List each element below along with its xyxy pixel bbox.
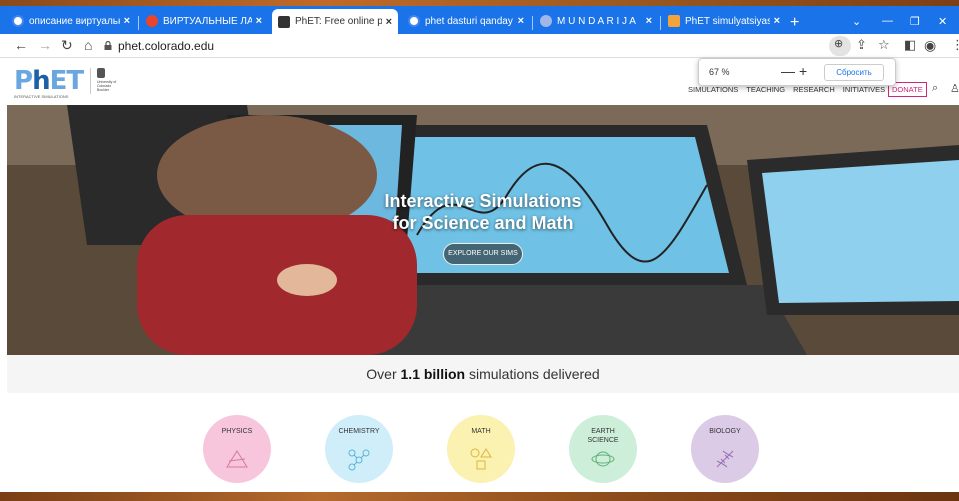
sidepanel-icon[interactable]: ◧	[904, 37, 916, 53]
address-bar[interactable]: phet.colorado.edu	[118, 39, 214, 53]
hero-banner: Interactive Simulations for Science and …	[7, 105, 959, 355]
forward-icon[interactable]: →	[38, 37, 52, 53]
search-icon[interactable]: ⌕	[932, 82, 938, 95]
university-name: University of Colorado Boulder	[97, 80, 117, 92]
zoom-reset-button[interactable]: Сбросить	[824, 64, 884, 81]
minimize-icon[interactable]: —	[882, 15, 893, 27]
share-icon[interactable]: ⇪	[856, 37, 867, 53]
google-icon	[408, 15, 420, 27]
reload-icon[interactable]: ↻	[61, 37, 73, 54]
university-logo[interactable]: University of Colorado Boulder	[90, 68, 120, 94]
tab-label: описание виртуальн	[29, 15, 120, 27]
back-icon[interactable]: ←	[14, 37, 28, 53]
close-icon[interactable]: ×	[386, 16, 392, 28]
subject-label: BIOLOGY	[709, 428, 741, 435]
zoom-icon[interactable]: ⊕	[834, 37, 843, 50]
subject-biology[interactable]: BIOLOGY	[691, 415, 759, 483]
new-tab-button[interactable]: +	[790, 14, 799, 32]
physics-icon	[226, 450, 248, 468]
subject-math[interactable]: MATH	[447, 415, 515, 483]
browser-toolbar: ← → ↻ ⌂ phet.colorado.edu ⊕ ⇪ ☆ ◧ ◉ ⋮	[0, 34, 959, 58]
zoom-out-button[interactable]: —	[781, 63, 795, 79]
close-icon[interactable]: ×	[774, 15, 780, 27]
subject-label: PHYSICS	[221, 428, 253, 435]
logo-tagline: INTERACTIVE SIMULATIONS	[14, 94, 69, 99]
close-icon[interactable]: ×	[518, 15, 524, 27]
subject-chemistry[interactable]: CHEMISTRY	[325, 415, 393, 483]
profile-avatar-icon[interactable]: ◉	[924, 37, 936, 54]
tab-label: PhET: Free online phy	[295, 16, 382, 27]
subject-earth-science[interactable]: EARTH SCIENCE	[569, 415, 637, 483]
subject-label: CHEMISTRY	[338, 428, 380, 435]
stats-banner: Over 1.1 billion simulations delivered	[7, 355, 959, 393]
zoom-in-button[interactable]: +	[799, 63, 807, 79]
chevron-down-icon[interactable]: ⌄	[852, 15, 861, 28]
nav-research[interactable]: RESEARCH	[793, 85, 835, 94]
explore-sims-button[interactable]: EXPLORE OUR SIMS	[443, 243, 523, 265]
tab-label: ВИРТУАЛЬНЫЕ ЛАБО	[163, 15, 252, 27]
earth-science-icon	[591, 451, 615, 467]
tab-6[interactable]: PhET simulyatsiyasi - ×	[662, 10, 786, 32]
tab-4[interactable]: phet dasturi qanday i ×	[402, 10, 530, 32]
close-icon[interactable]: ×	[124, 15, 130, 27]
math-icon	[470, 448, 492, 470]
slides-icon	[668, 15, 680, 27]
main-nav: SIMULATIONS TEACHING RESEARCH INITIATIVE…	[688, 85, 885, 94]
window-frame-bottom	[0, 492, 959, 501]
site-icon	[146, 15, 158, 27]
subject-label: EARTH SCIENCE	[587, 428, 619, 444]
close-icon[interactable]: ×	[646, 15, 652, 27]
cu-emblem-icon	[97, 68, 105, 78]
hero-title: Interactive Simulations for Science and …	[384, 191, 582, 233]
nav-initiatives[interactable]: INITIATIVES	[843, 85, 885, 94]
chemistry-icon	[348, 449, 370, 471]
account-icon[interactable]: ♙	[950, 82, 959, 95]
nav-simulations[interactable]: SIMULATIONS	[688, 85, 738, 94]
close-window-icon[interactable]: ✕	[938, 15, 947, 28]
home-icon[interactable]: ⌂	[84, 37, 92, 53]
tab-1[interactable]: описание виртуальн ×	[6, 10, 136, 32]
zoom-value: 67 %	[709, 67, 730, 77]
tab-label: phet dasturi qanday i	[425, 15, 514, 27]
google-icon	[12, 15, 24, 27]
phet-icon	[278, 15, 290, 28]
tab-5[interactable]: M U N D A R I J A ×	[534, 10, 658, 32]
tab-label: PhET simulyatsiyasi -	[685, 15, 770, 27]
menu-icon[interactable]: ⋮	[951, 37, 959, 53]
tab-separator	[532, 16, 533, 30]
tab-2[interactable]: ВИРТУАЛЬНЫЕ ЛАБО ×	[140, 10, 268, 32]
lock-icon	[104, 41, 112, 50]
phet-logo[interactable]: PhET INTERACTIVE SIMULATIONS	[14, 66, 84, 99]
tab-separator	[660, 16, 661, 30]
zoom-popup: 67 % — + Сбросить	[698, 58, 896, 86]
tab-separator	[138, 16, 139, 30]
tab-3-active[interactable]: PhET: Free online phy ×	[272, 9, 398, 34]
subject-physics[interactable]: PHYSICS	[203, 415, 271, 483]
close-icon[interactable]: ×	[256, 15, 262, 27]
bookmark-star-icon[interactable]: ☆	[878, 37, 890, 53]
subject-label: MATH	[471, 428, 491, 435]
restore-icon[interactable]: ❐	[910, 15, 920, 28]
tab-label: M U N D A R I J A	[557, 15, 636, 27]
tab-bar: описание виртуальн × ВИРТУАЛЬНЫЕ ЛАБО × …	[0, 6, 959, 34]
doc-icon	[540, 15, 552, 27]
logo-wordmark: PhET	[14, 66, 84, 96]
stats-highlight: 1.1 billion	[400, 366, 466, 382]
biology-icon	[716, 450, 734, 468]
nav-teaching[interactable]: TEACHING	[746, 85, 785, 94]
